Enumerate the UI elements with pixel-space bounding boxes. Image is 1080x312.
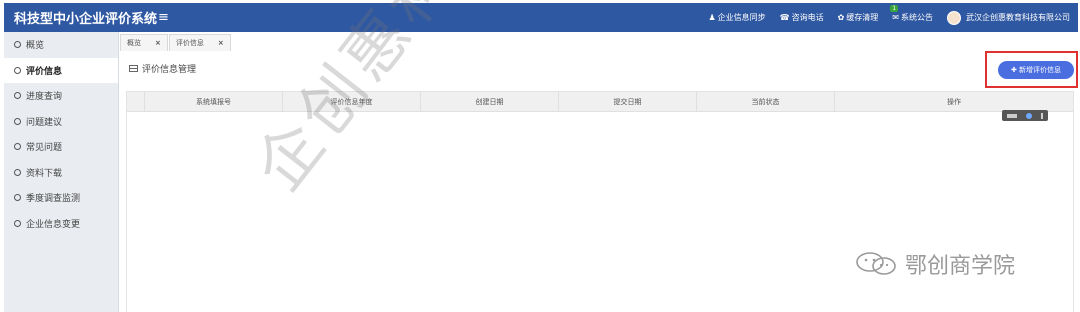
- tab-label: 评价信息: [175, 39, 204, 47]
- sidebar-item-downloads[interactable]: 资料下载: [4, 160, 118, 186]
- app-window: 科技型中小企业评价系统 ≡ ♟ 企业信息同步 ☎ 咨询电话 ✿ 缓存清理 1 ✉…: [0, 0, 1080, 312]
- circle-icon: [14, 143, 21, 151]
- top-actions: ♟ 企业信息同步 ☎ 咨询电话 ✿ 缓存清理 1 ✉ 系统公告 武汉企创惠教育科…: [694, 5, 1078, 25]
- circle-icon: [14, 92, 21, 100]
- top-bar: 科技型中小企业评价系统 ≡ ♟ 企业信息同步 ☎ 咨询电话 ✿ 缓存清理 1 ✉…: [4, 3, 1078, 32]
- clear-cache-link[interactable]: ✿ 缓存清理: [838, 12, 879, 23]
- close-icon[interactable]: ×: [155, 39, 161, 47]
- keyboard-icon: [1006, 113, 1017, 118]
- sidebar-item-evaluation-info[interactable]: 评价信息: [4, 57, 118, 83]
- sidebar-item-faq[interactable]: 常见问题: [4, 134, 118, 160]
- tab-overview[interactable]: 概览 ×: [120, 34, 168, 51]
- system-notice-link[interactable]: 1 ✉ 系统公告: [890, 5, 933, 23]
- app-title: 科技型中小企业评价系统: [14, 12, 158, 27]
- tab-bar: 概览 × 评价信息 ×: [120, 34, 232, 51]
- sidebar-item-label: 评价信息: [26, 66, 63, 77]
- sidebar-item-label: 常见问题: [26, 143, 63, 154]
- page-title-text: 评价信息管理: [142, 65, 197, 75]
- phone-icon: ☎: [779, 13, 790, 22]
- page-title: 评价信息管理: [129, 62, 196, 75]
- system-notice-label: 系统公告: [901, 13, 933, 22]
- sidebar-item-suggestions[interactable]: 问题建议: [4, 109, 118, 135]
- notice-icon: ✉: [892, 13, 899, 22]
- column-header-filing-no: 系统填报号: [145, 92, 283, 111]
- column-header-created: 创建日期: [421, 92, 559, 111]
- add-evaluation-button[interactable]: ✚ 新增评价信息: [998, 61, 1074, 79]
- column-header-status: 当前状态: [697, 92, 835, 111]
- sidebar-item-label: 资料下载: [26, 168, 63, 179]
- gear-icon: ✿: [837, 13, 845, 22]
- sidebar-item-label: 概览: [26, 41, 45, 52]
- sidebar-item-company-info-change[interactable]: 企业信息变更: [4, 211, 118, 237]
- more-icon: [1041, 112, 1044, 119]
- wechat-account-name: 鄂创商学院: [905, 254, 1016, 279]
- tab-evaluation-info[interactable]: 评价信息 ×: [168, 34, 231, 51]
- circle-icon: [14, 117, 21, 125]
- consult-phone-label: 咨询电话: [791, 13, 824, 22]
- tab-label: 概览: [127, 39, 141, 47]
- circle-icon: [14, 66, 21, 74]
- user-menu[interactable]: 武汉企创惠教育科技有限公司: [947, 10, 1070, 25]
- circle-icon: [14, 219, 21, 227]
- sidebar-item-overview[interactable]: 概览: [4, 32, 118, 58]
- user-icon: ♟: [708, 13, 716, 22]
- table-header: 系统填报号 评价信息年度 创建日期 提交日期 当前状态 操作: [127, 92, 1073, 112]
- table-icon: [129, 65, 138, 72]
- wechat-icon: [856, 252, 896, 275]
- help-icon: [1025, 112, 1032, 119]
- column-header-submitted: 提交日期: [559, 92, 697, 111]
- column-header-actions: 操作: [947, 97, 961, 106]
- circle-icon: [14, 41, 21, 49]
- sidebar: 概览 评价信息 进度查询 问题建议 常见问题 资料下载 季度调查监测 企业信息变…: [4, 32, 119, 312]
- column-header-checkbox: [127, 92, 145, 111]
- circle-icon: [14, 168, 21, 176]
- menu-icon[interactable]: ≡: [158, 10, 169, 25]
- sidebar-item-label: 企业信息变更: [26, 219, 81, 230]
- sidebar-item-quarterly-survey[interactable]: 季度调查监测: [4, 185, 118, 211]
- sync-company-info-link[interactable]: ♟ 企业信息同步: [708, 12, 765, 23]
- sidebar-item-label: 问题建议: [26, 117, 63, 128]
- consult-phone-link[interactable]: ☎ 咨询电话: [780, 12, 824, 23]
- company-name: 武汉企创惠教育科技有限公司: [966, 13, 1070, 22]
- notice-count-badge: 1: [890, 5, 899, 12]
- avatar: [947, 10, 961, 25]
- clear-cache-label: 缓存清理: [846, 13, 879, 22]
- sync-company-info-label: 企业信息同步: [717, 13, 766, 22]
- sidebar-item-label: 进度查询: [26, 92, 63, 103]
- column-header-year: 评价信息年度: [283, 92, 421, 111]
- wechat-watermark: 鄂创商学院: [855, 248, 1015, 280]
- floating-toolbar-widget[interactable]: [1002, 110, 1048, 121]
- circle-icon: [14, 194, 21, 202]
- sidebar-item-progress-query[interactable]: 进度查询: [4, 83, 118, 109]
- sidebar-item-label: 季度调查监测: [26, 194, 81, 205]
- close-icon[interactable]: ×: [218, 39, 224, 47]
